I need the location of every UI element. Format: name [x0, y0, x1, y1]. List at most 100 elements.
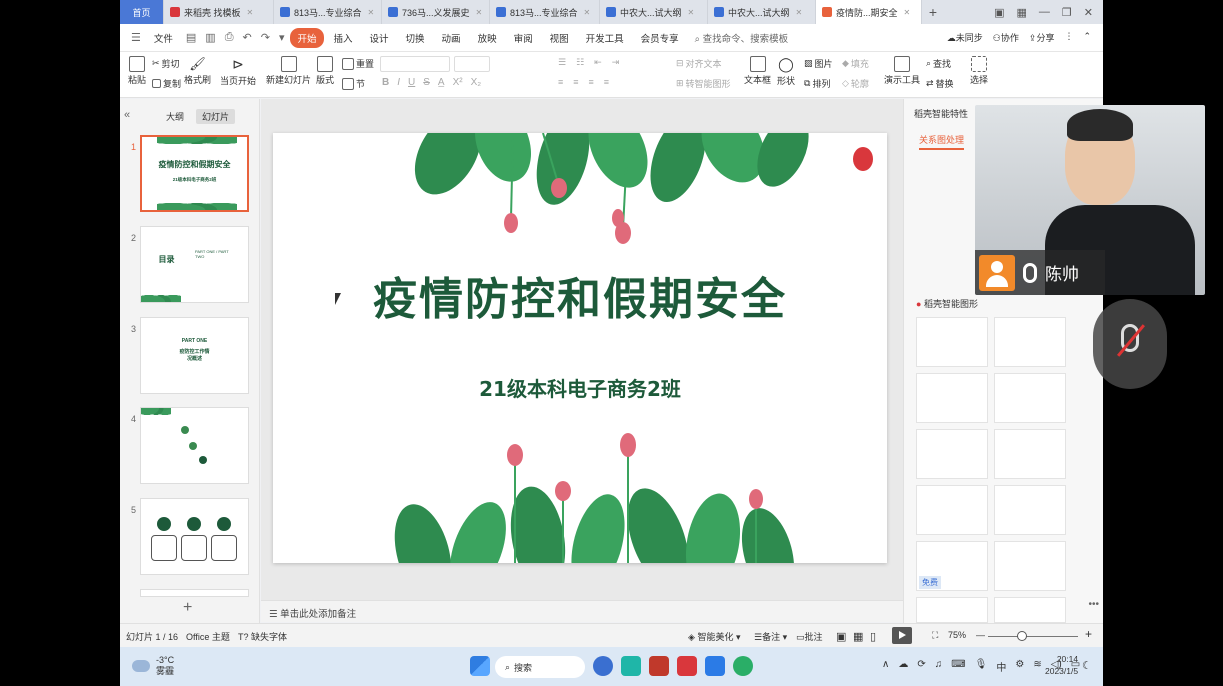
reset-button[interactable]: 重置 [342, 57, 374, 70]
chevron-up-icon[interactable]: ⌃ [1083, 31, 1091, 44]
align-text-button[interactable]: ⊟ 对齐文本 [676, 57, 722, 70]
zoom-slider[interactable] [988, 636, 1078, 637]
tab-doc-5[interactable]: 中农大...试大纲 ✕ [708, 0, 816, 24]
menu-slideshow[interactable]: 放映 [471, 28, 504, 48]
menu-dev-tools[interactable]: 开发工具 [579, 28, 631, 48]
superscript-icon[interactable]: X² [453, 77, 463, 88]
add-slide-button[interactable]: + [183, 599, 192, 617]
smart-shape-button[interactable]: ⊞ 转智能图形 [676, 77, 731, 90]
app-icon[interactable] [621, 656, 641, 676]
justify-icon[interactable]: ≡ [604, 77, 609, 87]
close-window-icon[interactable]: ✕ [1084, 6, 1093, 19]
close-icon[interactable]: ✕ [796, 8, 803, 17]
italic-icon[interactable]: I [397, 77, 400, 88]
winrar-icon[interactable] [649, 656, 669, 676]
smart-graphic-card[interactable] [916, 317, 988, 367]
close-icon[interactable]: ✕ [904, 8, 911, 17]
current-slide[interactable]: 疫情防控和假期安全 21级本科电子商务2班 [273, 133, 887, 563]
tab-docer[interactable]: 来稻壳 找模板 ✕ [164, 0, 274, 24]
reading-view-icon[interactable]: ▯ [870, 630, 876, 643]
notes-toggle[interactable]: ☰备注 ▾ [754, 630, 787, 643]
beautify-button[interactable]: ◈ 智能美化 ▾ [688, 630, 740, 643]
wifi-icon[interactable]: ≋ [1033, 659, 1041, 674]
windows-start-icon[interactable] [470, 656, 490, 676]
menu-file[interactable]: 文件 [147, 28, 180, 48]
smart-graphic-card[interactable] [916, 373, 988, 423]
underline-icon[interactable]: U [408, 77, 415, 88]
meeting-icon[interactable] [705, 656, 725, 676]
share-button[interactable]: ⇪分享 [1029, 31, 1055, 44]
system-clock[interactable]: 20:14 2023/1/5 [1045, 653, 1078, 677]
close-icon[interactable]: ✕ [584, 8, 591, 17]
close-icon[interactable]: ✕ [476, 8, 483, 17]
align-center-icon[interactable]: ≡ [573, 77, 578, 87]
tab-outline[interactable]: 大纲 [160, 109, 190, 124]
smart-graphic-card[interactable] [994, 429, 1066, 479]
subscript-icon[interactable]: X₂ [471, 77, 482, 88]
picture-button[interactable]: ▨ 图片 [804, 57, 833, 70]
missing-font-button[interactable]: T? 缺失字体 [238, 630, 287, 643]
smart-graphic-card[interactable] [994, 597, 1066, 623]
tab-slides[interactable]: 幻灯片 [196, 109, 236, 124]
menu-design[interactable]: 设计 [363, 28, 396, 48]
sync-icon[interactable]: ⟳ [917, 659, 925, 674]
layout-button[interactable]: 版式 [316, 56, 334, 86]
headset-icon[interactable]: ♫ [935, 659, 943, 674]
new-tab-button[interactable]: + [922, 0, 944, 24]
zoom-level[interactable]: 75% [948, 630, 966, 640]
tab-doc-2[interactable]: 736马...义发展史 ✕ [382, 0, 490, 24]
more-icon[interactable]: ••• [1088, 599, 1099, 610]
undo-icon[interactable]: ↶ [240, 31, 255, 44]
play-slideshow-button[interactable] [892, 627, 912, 644]
cloud-icon[interactable]: ☁ [898, 659, 908, 674]
paste-button[interactable]: 粘贴 [128, 56, 146, 86]
wechat-icon[interactable] [733, 656, 753, 676]
notes-area[interactable]: ☰ 单击此处添加备注 [261, 600, 903, 622]
smart-graphic-card[interactable] [916, 485, 988, 535]
align-left-icon[interactable]: ≡ [558, 77, 563, 87]
zoom-slider-handle[interactable] [1017, 631, 1027, 641]
menu-transition[interactable]: 切换 [399, 28, 432, 48]
select-button[interactable]: 选择 [970, 56, 988, 86]
smart-graphic-card[interactable] [916, 597, 988, 623]
collab-button[interactable]: ⚇协作 [993, 31, 1019, 44]
chevron-up-icon[interactable]: ∧ [882, 659, 889, 674]
menu-animation[interactable]: 动画 [435, 28, 468, 48]
bold-icon[interactable]: B [382, 77, 389, 88]
print-icon[interactable]: ⎙ [222, 31, 237, 44]
slide-thumb-5[interactable] [140, 498, 249, 575]
normal-view-icon[interactable]: ▣ [836, 630, 846, 643]
close-icon[interactable]: ✕ [688, 8, 695, 17]
outdent-icon[interactable]: ⇥ [612, 57, 620, 68]
comment-toggle[interactable]: ▭批注 [796, 630, 823, 643]
slide-subtitle[interactable]: 21级本科电子商务2班 [273, 373, 887, 402]
shadow-icon[interactable]: A̲ [438, 77, 445, 88]
menu-insert[interactable]: 插入 [327, 28, 360, 48]
restore-icon[interactable]: ❐ [1062, 6, 1072, 19]
slide-thumb-3[interactable]: PART ONE 疫防控工作情况概述 [140, 317, 249, 394]
tab-relation-diagram[interactable]: 关系图处理 [919, 133, 965, 150]
replace-button[interactable]: ⇄ 替换 [926, 77, 954, 90]
fit-icon[interactable]: ⛶ [932, 630, 938, 641]
find-button[interactable]: ⌕ 查找 [926, 57, 951, 70]
notification-icon[interactable]: ☾ [1082, 659, 1092, 672]
menu-home[interactable]: 开始 [290, 27, 324, 48]
font-family-select[interactable] [380, 56, 450, 72]
bullets-icon[interactable]: ☰ [558, 57, 566, 68]
close-icon[interactable]: ✕ [368, 8, 375, 17]
tab-doc-1[interactable]: 813马...专业综合 ✕ [274, 0, 382, 24]
tab-doc-4[interactable]: 中农大...试大纲 ✕ [600, 0, 708, 24]
fill-button[interactable]: ◆ 填充 [842, 57, 869, 70]
menu-review[interactable]: 审阅 [507, 28, 540, 48]
weather-widget[interactable]: -3°C 雾霾 [132, 655, 174, 677]
tab-home[interactable]: 首页 [120, 0, 164, 24]
sync-button[interactable]: ☁未同步 [947, 31, 983, 44]
more-icon[interactable]: ⋮ [1064, 31, 1073, 44]
font-size-select[interactable] [454, 56, 490, 72]
command-search[interactable]: ⌕ 查找命令、搜索模板 [695, 31, 788, 45]
tab-doc-3[interactable]: 813马...专业综合 ✕ [490, 0, 600, 24]
play-from-current-button[interactable]: ⊳ 当页开始 [220, 56, 256, 87]
section-button[interactable]: 节 [342, 77, 365, 90]
menu-member[interactable]: 会员专享 [634, 28, 686, 48]
outline-button[interactable]: ◇ 轮廓 [842, 77, 869, 90]
